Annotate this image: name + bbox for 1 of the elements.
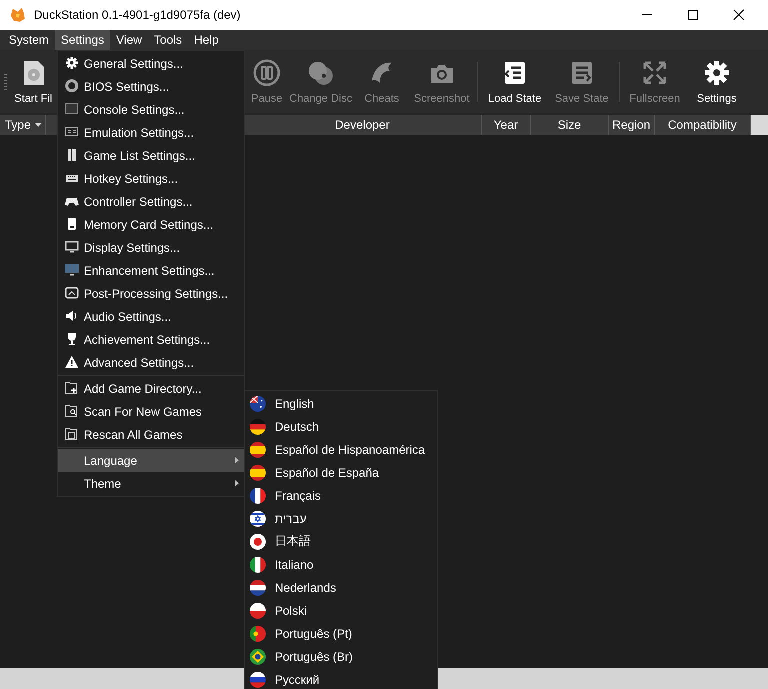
window-title: DuckStation 0.1-4901-g1d9075fa (dev): [34, 8, 242, 22]
